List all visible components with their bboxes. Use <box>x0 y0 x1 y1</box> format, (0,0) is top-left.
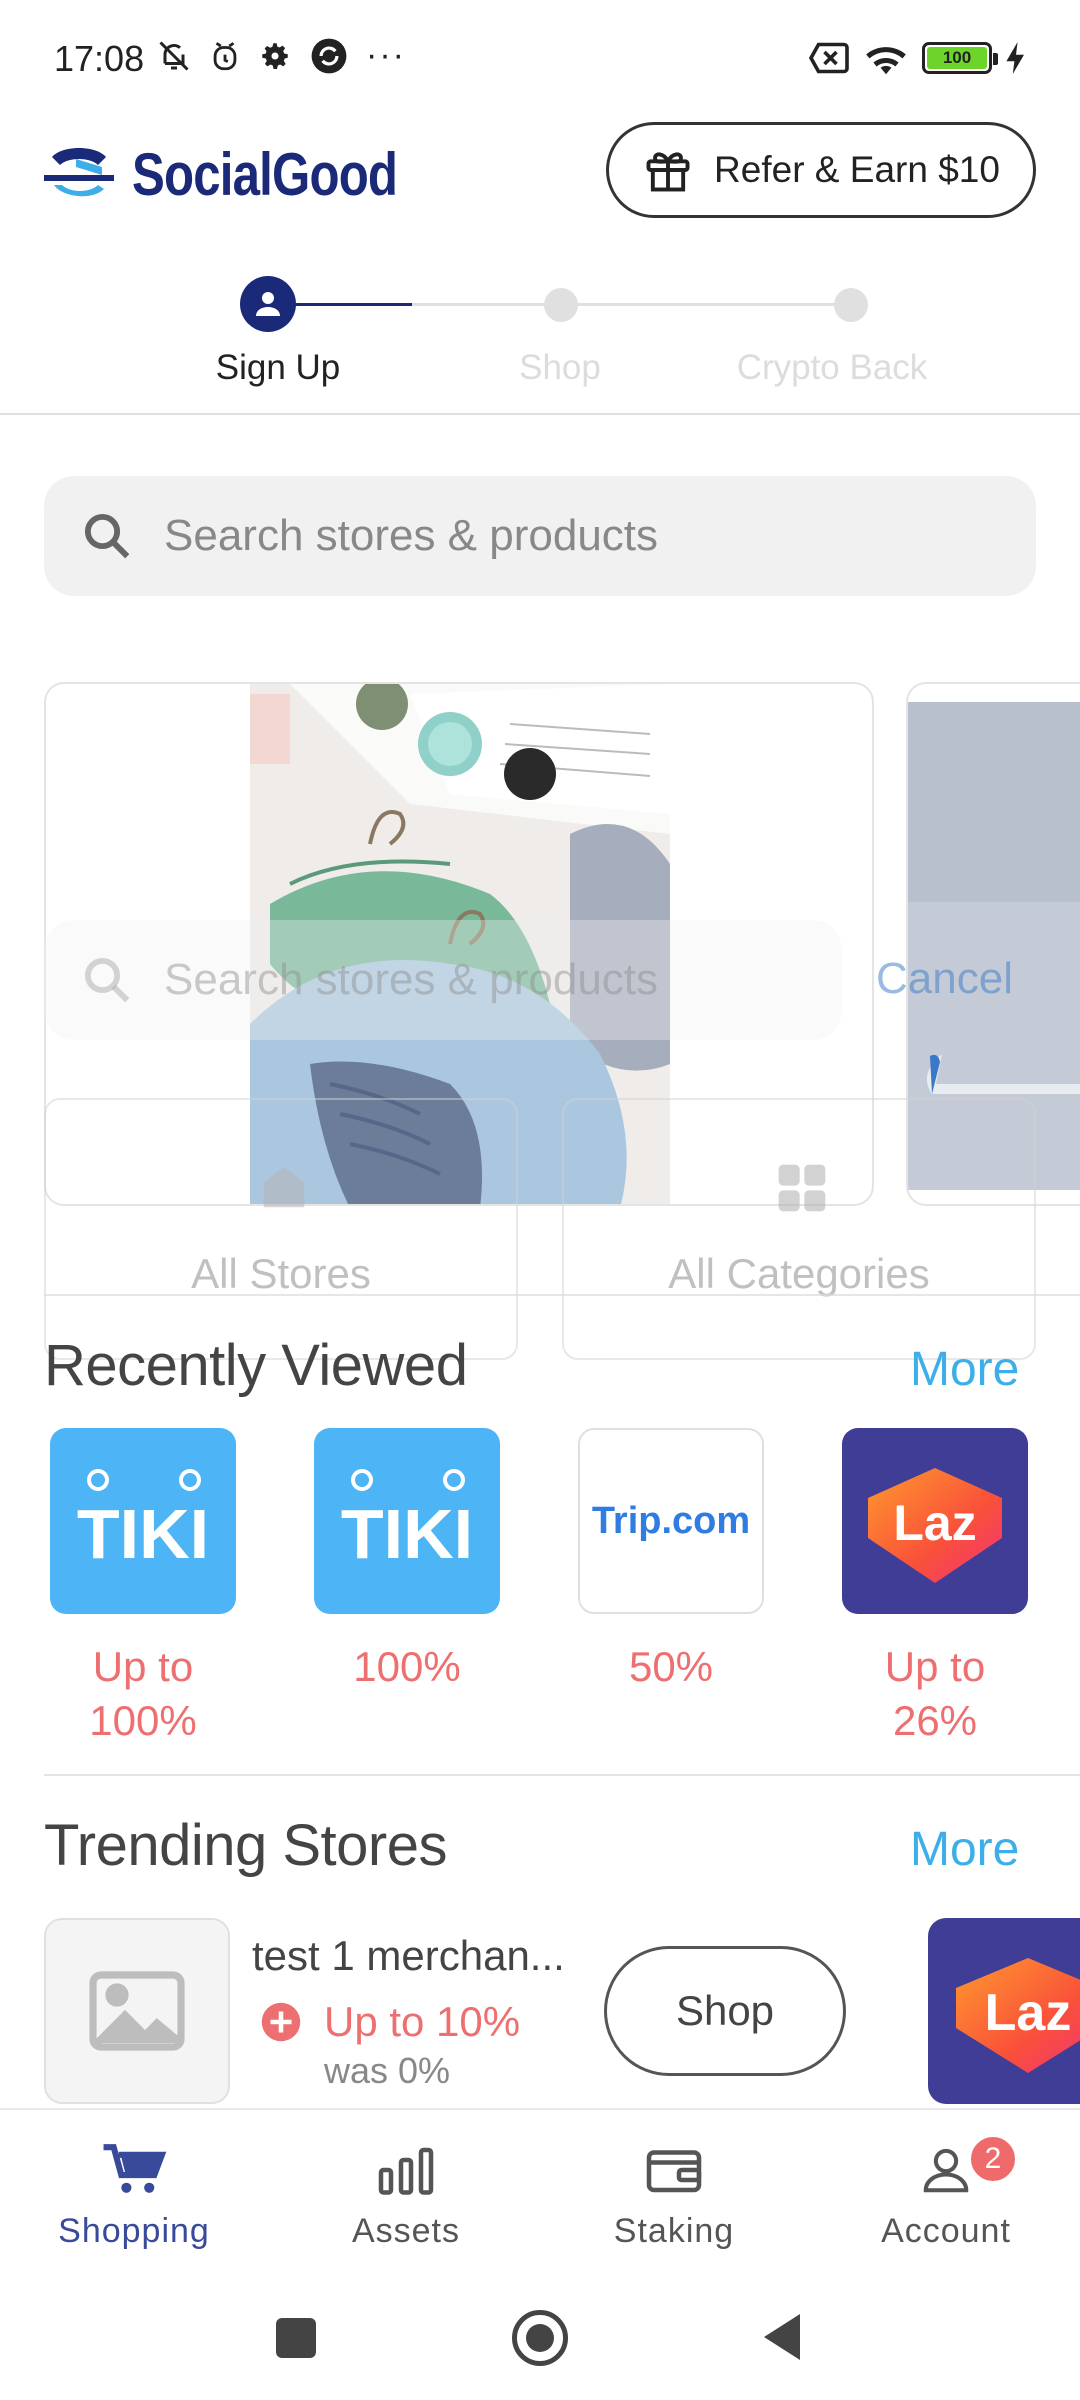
trending-store-name: test 1 merchan... <box>252 1932 565 1979</box>
shop-button[interactable]: Shop <box>604 1946 846 2076</box>
search-input[interactable]: Search stores & products <box>44 476 1036 596</box>
brand-logo[interactable]: SocialGood <box>42 140 455 209</box>
nav-account-label: Account <box>881 2212 1011 2250</box>
cart-icon <box>103 2144 167 2193</box>
tiki-logo-icon: TIKI <box>77 1469 209 1573</box>
trending-store-cashback-value: Up to 10% <box>324 1998 521 2045</box>
nav-assets[interactable]: Assets <box>296 2140 516 2251</box>
battery-level: 100 <box>927 47 987 69</box>
cashback-line2: 26% <box>892 1697 978 1744</box>
alarm-icon <box>213 41 237 70</box>
recent-store-lazada[interactable]: Laz <box>842 1428 1028 1614</box>
trending-store-row[interactable]: test 1 merchan... Up to 10% was 0% Shop … <box>44 1918 1080 2104</box>
nav-shopping[interactable]: Shopping <box>24 2140 244 2251</box>
recent-store-tiki-2-cashback: 100% <box>297 1640 517 1694</box>
status-bar: 17:08 ··· 100 <box>0 0 1080 110</box>
nav-assets-label: Assets <box>351 2212 461 2250</box>
recent-apps-button[interactable] <box>276 2318 316 2358</box>
gift-icon <box>646 152 690 192</box>
banner-carousel[interactable] <box>0 682 1080 1207</box>
step-crypto-label: Crypto Back <box>736 348 928 387</box>
more-dots-icon: ··· <box>366 36 406 74</box>
recent-store-lazada-cashback: Up to 26% <box>825 1640 1045 1748</box>
tiki-logo-text: TIKI <box>77 1495 209 1573</box>
lazada-logo-icon: Laz <box>868 1468 1002 1583</box>
overlay-all-stores-label: All Stores <box>191 1250 371 1297</box>
step-shop-label: Shop <box>519 348 601 387</box>
banner-card[interactable] <box>44 682 874 1206</box>
person-icon <box>923 2148 969 2193</box>
banner-image <box>250 684 670 1204</box>
sim-off-icon <box>808 42 849 74</box>
cashback-line1: Up to <box>884 1643 986 1690</box>
step-signup-dot <box>240 276 296 332</box>
app-header: SocialGood Refer & Earn $10 <box>0 110 1080 235</box>
recent-store-trip[interactable]: Trip.com <box>578 1428 764 1614</box>
onboarding-stepper: Sign Up Shop Crypto Back <box>0 270 1080 415</box>
recent-store-tiki-1-cashback: Up to 100% <box>33 1640 253 1748</box>
trip-logo-icon: Trip.com <box>592 1500 750 1542</box>
socialgood-logo-icon <box>44 147 114 196</box>
refer-earn-label: Refer & Earn $10 <box>714 149 1000 190</box>
store-thumbnail <box>44 1918 230 2104</box>
bell-off-icon <box>159 40 189 71</box>
banner-card-next[interactable] <box>906 682 1080 1206</box>
status-time: 17:08 <box>54 38 145 79</box>
trending-store-was: was 0% <box>324 2050 451 2091</box>
tiki-logo-icon: TIKI <box>341 1469 473 1573</box>
step-crypto-dot <box>834 288 868 322</box>
nav-staking[interactable]: Staking <box>564 2140 784 2251</box>
sync-icon <box>311 38 347 73</box>
overlay-all-categories-label: All Categories <box>668 1250 930 1297</box>
lazada-logo-text: Laz <box>893 1495 976 1551</box>
lazada-logo-icon: Laz <box>928 1918 1080 2104</box>
brand-name: SocialGood <box>132 141 398 208</box>
battery-icon: 100 <box>922 42 998 74</box>
nav-staking-label: Staking <box>613 2212 735 2250</box>
search-icon <box>84 513 130 559</box>
gear-icon <box>262 42 288 69</box>
wallet-icon <box>646 2150 702 2193</box>
step-shop-dot <box>544 288 578 322</box>
account-notification-badge: 2 <box>968 2134 1018 2184</box>
nav-shopping-label: Shopping <box>58 2212 210 2250</box>
trending-store-cashback: Up to 10% <box>260 1998 520 2046</box>
lazada-logo-text: Laz <box>985 1984 1072 2042</box>
user-icon <box>256 292 280 316</box>
plus-circle-icon <box>261 2002 301 2042</box>
bar-chart-icon <box>378 2147 434 2195</box>
charging-icon <box>1006 42 1024 74</box>
overlay-divider <box>44 1294 1080 1296</box>
cashback-line2: 100% <box>89 1697 197 1744</box>
cashback-line1: Up to <box>92 1643 194 1690</box>
search-placeholder: Search stores & products <box>164 511 659 560</box>
back-button[interactable] <box>760 2312 804 2362</box>
trip-logo-text: Trip.com <box>592 1500 750 1542</box>
cashback-line1: 100% <box>353 1643 461 1690</box>
step-progress-track <box>412 303 852 306</box>
tiki-logo-text: TIKI <box>341 1495 473 1573</box>
nav-account[interactable]: Account 2 <box>836 2134 1056 2251</box>
recent-store-tiki-2[interactable]: TIKI <box>314 1428 500 1614</box>
bottom-navigation: Shopping Assets Staking Account 2 <box>0 2108 1080 2278</box>
home-button[interactable] <box>512 2310 568 2366</box>
trending-store-next-lazada[interactable]: Laz <box>928 1918 1080 2104</box>
trending-stores-more-link[interactable]: More <box>910 1822 1019 1877</box>
refer-earn-button[interactable]: Refer & Earn $10 <box>606 122 1036 218</box>
wifi-icon <box>866 47 906 75</box>
image-placeholder-icon <box>89 1971 185 2051</box>
recently-viewed-more-link[interactable]: More <box>910 1342 1019 1397</box>
status-system-icons: 100 <box>808 40 1026 76</box>
status-notification-icons: ··· <box>156 36 406 75</box>
step-signup-label: Sign Up <box>215 348 341 387</box>
recently-viewed-title: Recently Viewed <box>44 1333 468 1398</box>
recent-store-trip-cashback: 50% <box>561 1640 781 1694</box>
trending-stores-title: Trending Stores <box>44 1813 448 1878</box>
recent-store-tiki-1[interactable]: TIKI <box>50 1428 236 1614</box>
system-navigation-bar <box>0 2278 1080 2400</box>
section-divider <box>44 1774 1080 1776</box>
cashback-line1: 50% <box>628 1643 714 1690</box>
